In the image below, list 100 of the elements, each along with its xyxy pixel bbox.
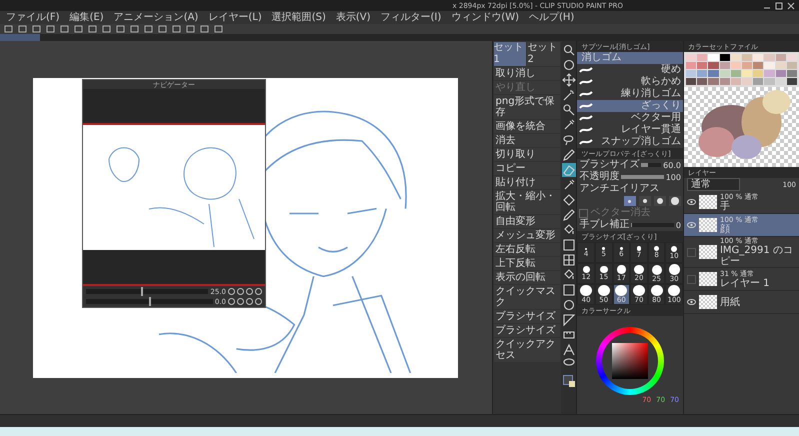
palette-swatch[interactable] [742,78,752,85]
palette-swatch[interactable] [730,70,741,77]
color-square[interactable] [612,342,648,378]
action-button[interactable]: 表示の回転 [494,271,560,284]
search-tool-icon[interactable] [562,103,576,117]
action-button[interactable]: 消去 [494,134,560,147]
palette-swatch[interactable] [753,62,764,69]
palette-swatch[interactable] [742,62,752,69]
pen-tool-icon[interactable] [562,148,576,162]
menu-item[interactable]: 表示(V) [336,12,371,24]
action-button[interactable]: png形式で保存 [494,95,560,119]
visibility-toggle[interactable] [686,274,696,284]
sub-tool-item[interactable]: 硬め [577,64,683,76]
palette-swatch[interactable] [764,62,775,69]
palette-swatch[interactable] [697,70,708,77]
palette-swatch[interactable] [697,78,708,85]
palette-swatch[interactable] [753,78,764,85]
palette-swatch[interactable] [786,54,797,61]
antialias-option[interactable] [624,196,636,206]
menu-item[interactable]: ウィンドウ(W) [451,12,519,24]
action-button[interactable]: 切り取り [494,148,560,161]
close-icon[interactable] [787,2,795,10]
grid-tool-icon[interactable] [562,253,576,267]
palette-swatch[interactable] [686,78,696,85]
palette-swatch[interactable] [730,62,741,69]
sub-tool-item[interactable]: 練り消しゴム [577,88,683,100]
action-button[interactable]: ブラシサイズ [494,324,560,337]
wand-tool-icon[interactable] [562,88,576,102]
action-button[interactable]: 取り消し [494,67,560,80]
palette-swatch[interactable] [764,78,775,85]
antialias-option[interactable] [668,196,681,206]
action-set-tab[interactable]: セット2 [527,42,560,66]
antialias-option[interactable] [654,196,666,206]
palette-swatch[interactable] [742,70,752,77]
action-button[interactable]: 拡大・縮小・回転 [494,190,560,214]
magnifier-tool-icon[interactable] [562,43,576,57]
palette-swatch[interactable] [686,62,696,69]
color-swatch-icon[interactable] [562,375,575,387]
sub-tool-group[interactable]: 消しゴム [577,52,683,64]
eye-icon[interactable] [686,299,696,305]
palette-swatch[interactable] [686,54,696,61]
palette-swatch[interactable] [730,54,741,61]
action-set-tab[interactable]: セット1 [494,42,526,66]
palette-swatch[interactable] [720,78,730,85]
action-button[interactable]: クイックマスク [494,285,560,309]
text-tool-icon[interactable] [562,343,576,357]
sub-tool-item[interactable]: 軟らかめ [577,76,683,88]
palette-swatch[interactable] [753,54,764,61]
rotation-slider-thumb[interactable] [149,297,152,306]
palette-swatch[interactable] [708,70,719,77]
eraser-tool-icon[interactable] [562,163,576,177]
palette-swatch[interactable] [786,78,797,85]
palette-swatch[interactable] [708,62,719,69]
lasso-tool-icon[interactable] [562,133,576,147]
action-button[interactable]: クイックアクセス [494,338,560,362]
action-button[interactable]: 画像を統合 [494,120,560,133]
palette-swatch[interactable] [764,70,775,77]
move-tool-icon[interactable] [562,73,576,87]
menu-item[interactable]: ファイル(F) [6,12,60,24]
menu-item[interactable]: レイヤー(L) [208,12,262,24]
eye-icon[interactable] [686,222,696,228]
action-button[interactable]: 上下反転 [494,257,560,270]
menu-item[interactable]: ヘルプ(H) [529,12,574,24]
palette-swatch[interactable] [776,78,786,85]
palette-swatch[interactable] [697,62,708,69]
palette-swatch[interactable] [730,78,741,85]
palette-swatch[interactable] [786,62,797,69]
sub-tool-item[interactable]: ベクター用 [577,112,683,124]
palette-swatch[interactable] [708,54,719,61]
palette-swatch[interactable] [708,78,719,85]
sub-tool-item[interactable]: ざっくり [577,100,683,112]
sub-tool-item[interactable]: スナップ消しゴム [577,136,683,148]
palette-swatch[interactable] [753,70,764,77]
antialias-option[interactable] [638,196,651,206]
palette-swatch[interactable] [720,62,730,69]
menu-item[interactable]: 編集(E) [70,12,104,24]
palette-swatch[interactable] [776,70,786,77]
menu-item[interactable]: アニメーション(A) [114,12,198,24]
palette-swatch[interactable] [686,70,696,77]
palette-swatch[interactable] [697,54,708,61]
circle-tool-icon[interactable] [562,58,576,72]
brush-size-fill[interactable] [641,163,648,167]
palette-swatch[interactable] [776,62,786,69]
action-button[interactable]: ブラシサイズ [494,310,560,323]
pen-tool-icon[interactable] [562,208,576,222]
palette-swatch[interactable] [786,70,797,77]
action-button[interactable]: 左右反転 [494,243,560,256]
action-button[interactable]: 貼り付け [494,176,560,189]
action-button[interactable]: 自由変形 [494,215,560,228]
visibility-toggle[interactable] [686,248,696,256]
menu-item[interactable]: 選択範囲(S) [272,12,326,24]
checkbox[interactable] [579,208,588,218]
eye-icon[interactable] [686,199,696,205]
blend-mode-dropdown[interactable]: 通常 [686,178,740,191]
palette-swatch[interactable] [720,54,730,61]
circle-tool-icon[interactable] [562,298,576,312]
sub-tool-item[interactable]: レイヤー貫通 [577,124,683,136]
action-button[interactable]: コピー [494,162,560,175]
palette-swatch[interactable] [742,54,752,61]
palette-swatch[interactable] [776,54,786,61]
